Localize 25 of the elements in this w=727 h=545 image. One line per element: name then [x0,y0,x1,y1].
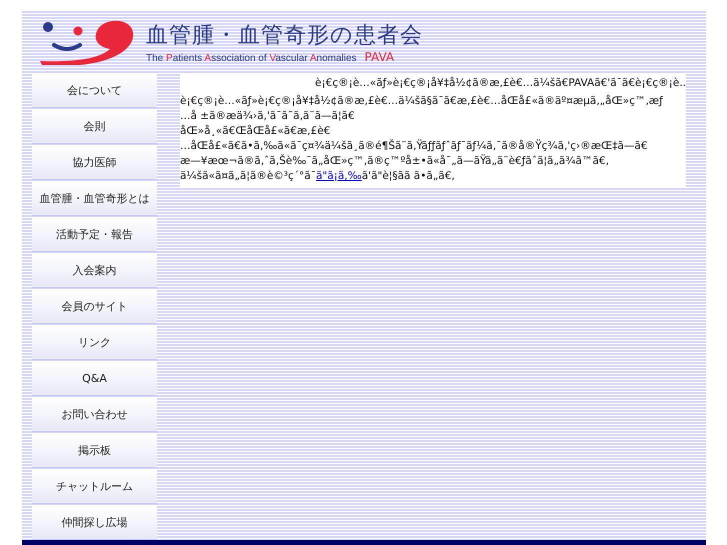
menu-button[interactable]: 血管腫・血管奇形とは [32,182,157,216]
menu-button[interactable]: 入会案内 [32,254,157,288]
menu-button[interactable]: 会について [32,74,157,108]
site-subtitle: The Patients Association of Vascular Anomalies [146,53,357,64]
menu-button[interactable]: 仲間探し広場 [32,506,157,540]
menu-button[interactable]: 会員のサイト [32,290,157,324]
body-text: è¡€ç®¡è…«ãƒ»è¡€ç®¡å¥‡å½¢ã®æ‚£è€…ä¼šã§ã¯ã€æ‚£è€…åŒå£«ã®äº¤æµã‚„åŒ»ç™‚æƒ [180,94,664,110]
intro-heading: è¡€ç®¡è…«ãƒ»è¡€ç®¡å¥‡å½¢ã®æ‚£è€…ä¼šã€PAVAã€'ã¯ã€è¡€ç®¡è.. [314,76,686,92]
body-text: …å ±ã®æä¾›ã‚'ã¯ã˜ã‚ã¨ã—ã¦ã€ [180,109,356,124]
menu-button[interactable]: リンク [32,326,157,360]
details-link[interactable]: ã"ã¡ã‚‰ [316,170,362,182]
menu-button[interactable]: 協力医師 [32,146,157,180]
site-acronym: PAVA [364,50,394,64]
menu-button[interactable]: 掲示板 [32,434,157,468]
menu-button[interactable]: Q&A [32,362,157,396]
menu-button[interactable]: チャットルーム [32,470,157,504]
menu-button[interactable]: 活動予定・報告 [32,218,157,252]
menu-button[interactable]: 会則 [32,110,157,144]
body-text: ä¼šã«ã¤ã„ã¦ã®è©³ç´°ã¯ã"ã¡ã‚‰ã'ã"è¦§ãã ã•ã„ã€‚ [180,169,456,184]
body-text: åŒ»å¸«ã€ŒåŒå£«ã€æ‚£è€ [180,124,332,139]
body-text: æ—¥æœ¬ã®ã‚ˆã‚Šè‰¯ã„åŒ»ç™‚ã®ç™ºå±•ã«å¯„ã—ãŸã„ã¨è€ƒãˆã¦ã„ã¾ã™ã€‚ [180,154,610,170]
smile-logo-icon [40,19,136,66]
body-text: …åŒå£«ã€ã•ã‚‰ã«ã¯ç¤¾ä¼šã¸ã®é¶Šã¨ã‚Ÿãƒƒãƒˆãƒ¯ãƒ¼ã‚¯ã®å®Ÿç¾ã‚'ç›®æŒ‡ã—ã€ [180,139,649,154]
menu-button[interactable]: お問い合わせ [32,398,157,432]
site-title: 血管腫・血管奇形の患者会 [146,22,423,50]
